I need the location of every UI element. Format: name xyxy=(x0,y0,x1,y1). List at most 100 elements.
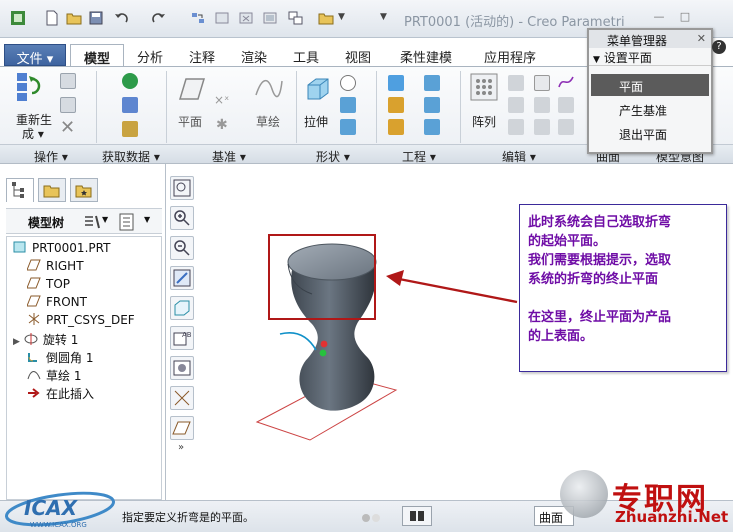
help-icon[interactable]: ? xyxy=(712,40,726,54)
close-window-icon[interactable] xyxy=(238,10,254,26)
pattern-label[interactable]: 阵列 xyxy=(472,113,496,130)
delete-icon[interactable]: ✕ xyxy=(60,117,75,138)
favorites-tab[interactable] xyxy=(70,178,98,202)
trim-icon[interactable] xyxy=(508,119,524,135)
thicken-icon[interactable] xyxy=(534,119,550,135)
tree-item-insert-here[interactable]: 在此插入 xyxy=(27,385,94,403)
folder-browser-tab[interactable] xyxy=(38,178,66,202)
group-get-data[interactable]: 获取数据 ▾ xyxy=(102,148,160,165)
window-icon[interactable] xyxy=(214,10,230,26)
part-top-surface[interactable] xyxy=(287,243,377,281)
menu-section-header[interactable]: ▼ 设置平面 xyxy=(589,48,711,66)
paste-icon[interactable] xyxy=(60,97,76,113)
axis-icon[interactable]: ×ˣ xyxy=(214,93,229,107)
swept-blend-icon[interactable] xyxy=(340,119,356,135)
tree-item-revolve[interactable]: ▶ 旋转 1 xyxy=(13,331,78,349)
view-manager-button[interactable]: AB xyxy=(170,326,194,350)
merge-icon[interactable] xyxy=(508,97,524,113)
group-operations[interactable]: 操作 ▾ xyxy=(34,148,68,165)
csys-icon[interactable]: ✱ xyxy=(216,117,228,133)
extend-icon[interactable] xyxy=(534,75,550,91)
datum-display-button[interactable] xyxy=(170,386,194,410)
rib-icon[interactable] xyxy=(424,119,440,135)
tab-flexible-modeling[interactable]: 柔性建模 xyxy=(386,44,466,66)
chamfer-icon[interactable] xyxy=(388,119,404,135)
tab-applications[interactable]: 应用程序 xyxy=(470,44,550,66)
zoom-out-button[interactable] xyxy=(170,236,194,260)
project-icon[interactable] xyxy=(558,97,574,113)
draft-icon[interactable] xyxy=(424,75,440,91)
show-dropdown-icon[interactable]: ▼ xyxy=(144,215,150,224)
bend-end-marker[interactable] xyxy=(319,349,327,357)
display-style-button[interactable] xyxy=(170,356,194,380)
group-datum[interactable]: 基准 ▾ xyxy=(212,148,246,165)
repaint-button[interactable] xyxy=(170,266,194,290)
new-file-icon[interactable] xyxy=(44,10,60,26)
group-engineering[interactable]: 工程 ▾ xyxy=(402,148,436,165)
open-folder-icon[interactable] xyxy=(66,10,82,26)
sketch-label[interactable]: 草绘 xyxy=(256,113,280,130)
bend-curve[interactable] xyxy=(279,332,317,351)
regenerate-icon[interactable] xyxy=(190,10,206,26)
bend-start-marker[interactable] xyxy=(320,340,328,348)
plane-icon[interactable] xyxy=(178,77,206,101)
tree-item-front[interactable]: FRONT xyxy=(27,295,87,313)
folder-dropdown-icon[interactable]: ▼ xyxy=(338,12,345,22)
curve-icon[interactable] xyxy=(558,75,574,89)
extrude-icon[interactable] xyxy=(304,75,332,103)
tab-tools[interactable]: 工具 xyxy=(282,44,330,66)
pattern-icon[interactable] xyxy=(470,73,498,101)
tab-render[interactable]: 渲染 xyxy=(230,44,278,66)
tree-item-csys[interactable]: PRT_CSYS_DEF xyxy=(27,313,135,331)
settings-icon[interactable] xyxy=(82,213,102,231)
menu-item-plane[interactable]: 平面 xyxy=(591,74,709,96)
tab-view[interactable]: 视图 xyxy=(334,44,382,66)
expand-arrow-icon[interactable]: ▶ xyxy=(13,337,20,347)
round-icon[interactable] xyxy=(388,97,404,113)
plane-label[interactable]: 平面 xyxy=(178,113,202,130)
tree-item-right[interactable]: RIGHT xyxy=(27,259,84,277)
tree-item-round[interactable]: 倒圆角 1 xyxy=(27,349,93,367)
close-icon[interactable]: ✕ xyxy=(697,32,706,45)
group-editing[interactable]: 编辑 ▾ xyxy=(502,148,536,165)
customize-toolbar-icon[interactable]: ▼ xyxy=(380,12,387,22)
user-defined-feature-icon[interactable] xyxy=(122,73,138,89)
save-icon[interactable] xyxy=(88,10,104,26)
copy-geometry-icon[interactable] xyxy=(122,97,138,113)
tree-item-top[interactable]: TOP xyxy=(27,277,70,295)
folder-icon[interactable] xyxy=(318,10,334,26)
tab-annotate[interactable]: 注释 xyxy=(178,44,226,66)
shell-icon[interactable] xyxy=(424,97,440,113)
windows-icon[interactable] xyxy=(288,10,304,26)
sketch-icon[interactable] xyxy=(254,75,284,101)
part-body[interactable] xyxy=(291,268,376,411)
find-button[interactable] xyxy=(402,506,432,526)
zoom-in-button[interactable] xyxy=(170,206,194,230)
tab-model[interactable]: 模型 xyxy=(70,44,124,67)
offset-icon[interactable] xyxy=(534,97,550,113)
refit-button[interactable] xyxy=(170,176,194,200)
menu-item-quit-plane[interactable]: 退出平面 xyxy=(591,122,709,144)
regenerate-icon[interactable] xyxy=(14,71,46,103)
minimize-icon[interactable]: — xyxy=(652,10,666,24)
extrude-label[interactable]: 拉伸 xyxy=(304,113,328,130)
maximize-icon[interactable]: □ xyxy=(678,10,692,24)
revolve-icon[interactable] xyxy=(340,75,356,91)
copy-icon[interactable] xyxy=(60,73,76,89)
hole-icon[interactable] xyxy=(388,75,404,91)
settings-dropdown-icon[interactable]: ▼ xyxy=(102,215,108,224)
model-tree-tab[interactable] xyxy=(6,178,34,202)
menu-item-create-datum[interactable]: 产生基准 xyxy=(591,98,709,120)
intersect-icon[interactable] xyxy=(558,119,574,135)
mirror-icon[interactable] xyxy=(508,75,524,91)
regenerate-label-2[interactable]: 成 ▾ xyxy=(22,125,44,142)
group-shapes[interactable]: 形状 ▾ xyxy=(316,148,350,165)
more-tools-icon[interactable]: » xyxy=(178,442,184,453)
undo-icon[interactable] xyxy=(114,10,130,26)
display-icon[interactable] xyxy=(262,10,278,26)
plane-display-button[interactable] xyxy=(170,416,194,440)
tab-file[interactable]: 文件 ▾ xyxy=(4,44,66,67)
tree-item-sketch[interactable]: 草绘 1 xyxy=(27,367,81,385)
saved-orientations-button[interactable] xyxy=(170,296,194,320)
tab-analysis[interactable]: 分析 xyxy=(126,44,174,66)
